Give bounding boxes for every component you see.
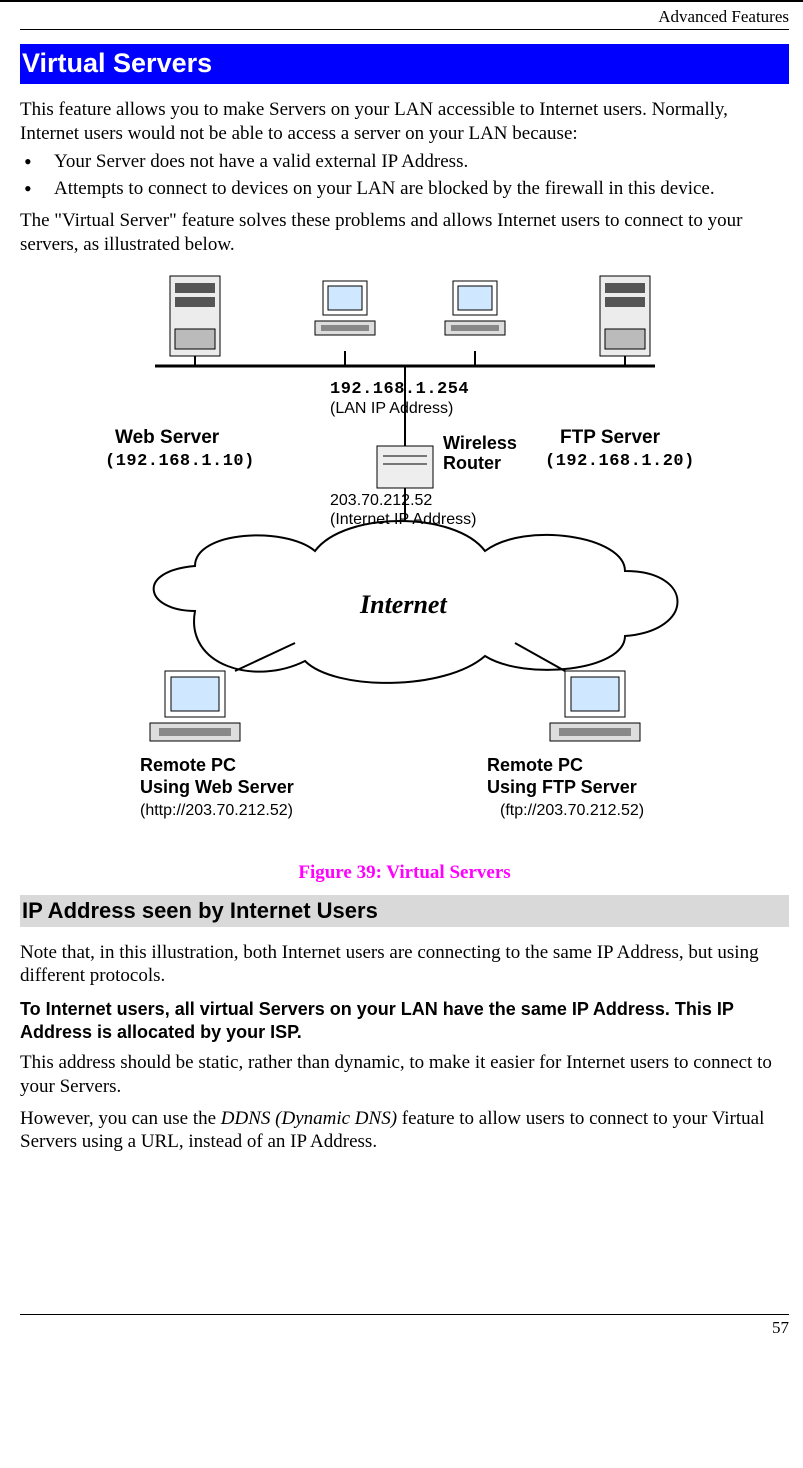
remote-ftp-1: Remote PC: [487, 755, 583, 775]
sub-paragraph-1: Note that, in this illustration, both In…: [20, 941, 789, 989]
lan-ip-label: (LAN IP Address): [330, 400, 453, 417]
ftp-server-ip: (192.168.1.20): [545, 452, 695, 471]
sub-paragraph-3: However, you can use the DDNS (Dynamic D…: [20, 1107, 789, 1155]
lan-ip-text: 192.168.1.254: [330, 380, 469, 399]
sub-paragraph-2: This address should be static, rather th…: [20, 1051, 789, 1099]
intro-paragraph: This feature allows you to make Servers …: [20, 98, 789, 146]
figure-caption: Figure 39: Virtual Servers: [20, 861, 789, 885]
figure-virtual-servers: 192.168.1.254 (LAN IP Address) Wireless …: [20, 271, 789, 848]
internet-label: Internet: [359, 590, 447, 619]
remote-web-1: Remote PC: [140, 755, 236, 775]
page: Advanced Features Virtual Servers This f…: [0, 0, 803, 1468]
page-number: 57: [20, 1315, 789, 1338]
list-item: Your Server does not have a valid extern…: [20, 150, 789, 174]
bullet-list: Your Server does not have a valid extern…: [20, 150, 789, 202]
remote-web-2: Using Web Server: [140, 777, 294, 797]
section-title: Virtual Servers: [20, 44, 789, 84]
remote-web-url: (http://203.70.212.52): [140, 802, 293, 819]
list-item: Attempts to connect to devices on your L…: [20, 177, 789, 201]
sub-strong-note: To Internet users, all virtual Servers o…: [20, 998, 789, 1043]
ftp-server-label: FTP Server: [560, 427, 661, 448]
router-label-2: Router: [443, 453, 501, 473]
p3-italic: DDNS (Dynamic DNS): [221, 1108, 397, 1129]
remote-ftp-url: (ftp://203.70.212.52): [500, 802, 644, 819]
subsection-heading: IP Address seen by Internet Users: [20, 895, 789, 927]
after-bullets-paragraph: The "Virtual Server" feature solves thes…: [20, 209, 789, 257]
remote-ftp-2: Using FTP Server: [487, 777, 637, 797]
p3-part-a: However, you can use the: [20, 1108, 221, 1129]
web-server-ip: (192.168.1.10): [105, 452, 255, 471]
router-label-1: Wireless: [443, 433, 517, 453]
wan-ip-text: 203.70.212.52: [330, 492, 432, 509]
network-diagram-icon: 192.168.1.254 (LAN IP Address) Wireless …: [85, 271, 725, 841]
running-header: Advanced Features: [20, 6, 789, 30]
web-server-label: Web Server: [115, 427, 220, 448]
wan-ip-label: (Internet IP Address): [330, 511, 476, 528]
